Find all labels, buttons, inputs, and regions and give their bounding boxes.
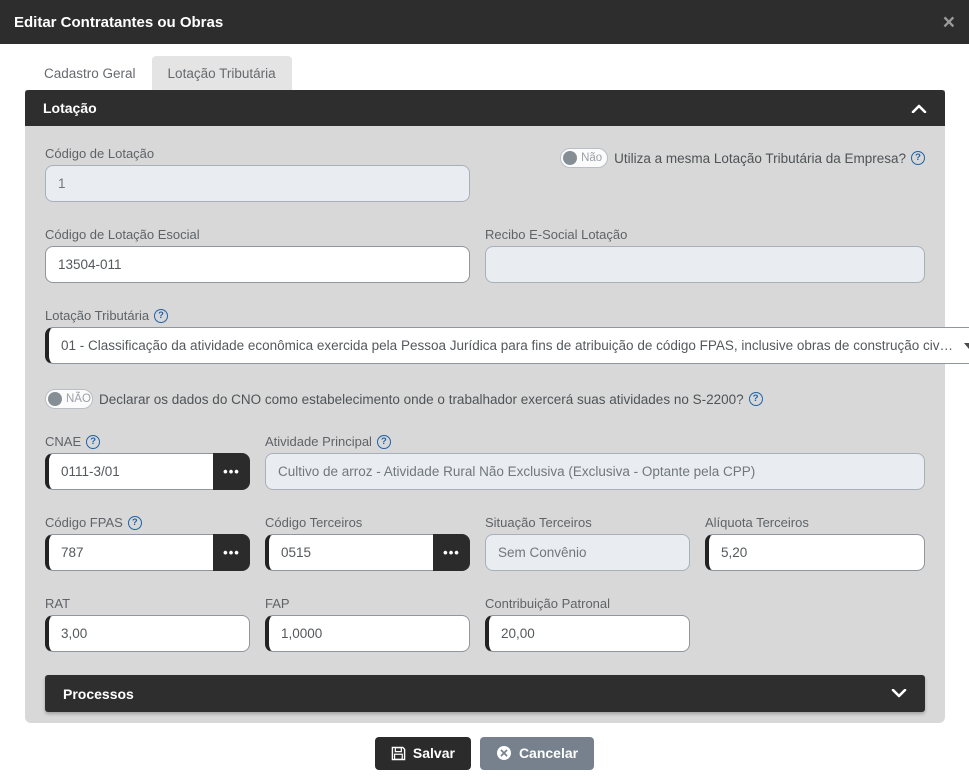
fap-input[interactable]: [265, 615, 470, 652]
accordion-processos-header[interactable]: Processos: [45, 675, 925, 712]
fap-label: FAP: [265, 596, 290, 611]
modal-title: Editar Contratantes ou Obras: [14, 13, 224, 31]
help-icon[interactable]: ?: [127, 515, 142, 530]
cnae-lookup-group: •••: [45, 453, 250, 490]
toggle-declarar-cno-row: NÃO Declarar os dados do CNO como estabe…: [45, 389, 763, 409]
field-cnae: CNAE ? •••: [45, 434, 250, 490]
lotacao-tributaria-value: 01 - Classificação da atividade econômic…: [45, 327, 969, 364]
atividade-principal-label-text: Atividade Principal: [265, 434, 372, 449]
toggle-declarar-cno-label: Declarar os dados do CNO como estabeleci…: [99, 391, 744, 407]
situacao-terceiros-input: [485, 534, 690, 571]
help-icon[interactable]: ?: [911, 151, 925, 165]
modal-footer: Salvar Cancelar: [0, 723, 969, 783]
lotacao-panel: Lotação Código de Lotação Não Utiliza a …: [25, 90, 969, 723]
accordion-lotacao-header[interactable]: Lotação: [25, 90, 945, 126]
close-icon[interactable]: ×: [943, 12, 955, 33]
recibo-esocial-input: [485, 246, 925, 283]
codigo-fpas-label: Código FPAS ?: [45, 515, 250, 530]
help-icon[interactable]: ?: [376, 434, 391, 449]
lotacao-tributaria-label-text: Lotação Tributária: [45, 308, 150, 323]
accordion-lotacao-title: Lotação: [43, 100, 97, 116]
toggle-declarar-cno[interactable]: NÃO: [45, 389, 93, 409]
field-codigo-terceiros: Código Terceiros •••: [265, 515, 470, 571]
save-icon: [391, 746, 406, 761]
rat-label: RAT: [45, 596, 71, 611]
codigo-lotacao-label: Código de Lotação: [45, 146, 155, 161]
codigo-lotacao-esocial-input[interactable]: [45, 246, 470, 283]
codigo-fpas-input[interactable]: [45, 534, 213, 571]
field-fap: FAP: [265, 596, 470, 652]
toggle-mesma-lotacao-row: Não Utiliza a mesma Lotação Tributária d…: [560, 146, 925, 168]
toggle-mesma-lotacao-label: Utiliza a mesma Lotação Tributária da Em…: [614, 150, 906, 166]
atividade-principal-input: [265, 453, 925, 490]
toggle-mesma-lotacao[interactable]: Não: [560, 148, 609, 168]
codigo-terceiros-input[interactable]: [265, 534, 433, 571]
help-icon[interactable]: ?: [86, 434, 101, 449]
cnae-input[interactable]: [45, 453, 213, 490]
modal-header: Editar Contratantes ou Obras ×: [0, 0, 969, 44]
tab-lotacao-tributaria[interactable]: Lotação Tributária: [151, 56, 292, 90]
aliquota-terceiros-input[interactable]: [705, 534, 925, 571]
field-codigo-lotacao-esocial: Código de Lotação Esocial: [45, 227, 470, 283]
cnae-label-text: CNAE: [45, 434, 82, 449]
cancel-icon: [496, 745, 512, 761]
codigo-lotacao-esocial-label: Código de Lotação Esocial: [45, 227, 200, 242]
toggle-mesma-lotacao-state: Não: [581, 152, 603, 164]
rat-input[interactable]: [45, 615, 250, 652]
cnae-label: CNAE ?: [45, 434, 250, 449]
lotacao-tributaria-label: Lotação Tributária ?: [45, 308, 969, 323]
chevron-down-icon: [963, 343, 969, 349]
codigo-fpas-label-text: Código FPAS: [45, 515, 123, 530]
lotacao-body: Código de Lotação Não Utiliza a mesma Lo…: [25, 126, 969, 732]
tab-bar: Cadastro Geral Lotação Tributária: [0, 44, 969, 90]
contribuicao-patronal-label: Contribuição Patronal: [485, 596, 611, 611]
help-icon[interactable]: ?: [154, 308, 169, 323]
tab-cadastro-geral[interactable]: Cadastro Geral: [28, 56, 152, 90]
codigo-fpas-lookup-group: •••: [45, 534, 250, 571]
cancel-button-label: Cancelar: [518, 745, 579, 761]
save-button-label: Salvar: [412, 745, 455, 761]
field-atividade-principal: Atividade Principal ?: [265, 434, 925, 490]
lotacao-tributaria-select[interactable]: 01 - Classificação da atividade econômic…: [45, 327, 969, 364]
atividade-principal-label: Atividade Principal ?: [265, 434, 925, 449]
codigo-terceiros-lookup-group: •••: [265, 534, 470, 571]
aliquota-terceiros-label: Alíquota Terceiros: [705, 515, 809, 530]
field-aliquota-terceiros: Alíquota Terceiros: [705, 515, 925, 571]
field-codigo-fpas: Código FPAS ? •••: [45, 515, 250, 571]
toggle-knob: [563, 151, 578, 165]
field-codigo-lotacao: Código de Lotação: [45, 146, 470, 202]
situacao-terceiros-label: Situação Terceiros: [485, 515, 592, 530]
field-rat: RAT: [45, 596, 250, 652]
field-situacao-terceiros: Situação Terceiros: [485, 515, 690, 571]
accordion-processos-title: Processos: [63, 685, 134, 702]
toggle-declarar-cno-state: NÃO: [66, 393, 91, 405]
codigo-terceiros-lookup-button[interactable]: •••: [433, 534, 470, 571]
recibo-esocial-label: Recibo E-Social Lotação: [485, 227, 628, 242]
cancel-button[interactable]: Cancelar: [479, 736, 595, 770]
field-recibo-esocial: Recibo E-Social Lotação: [485, 227, 925, 283]
chevron-down-icon: [891, 689, 907, 698]
codigo-terceiros-label: Código Terceiros: [265, 515, 363, 530]
save-button[interactable]: Salvar: [374, 736, 471, 770]
toggle-knob: [48, 392, 62, 406]
cnae-lookup-button[interactable]: •••: [213, 453, 250, 490]
codigo-lotacao-input: [45, 165, 470, 202]
codigo-fpas-lookup-button[interactable]: •••: [213, 534, 250, 571]
help-icon[interactable]: ?: [748, 392, 763, 406]
field-contribuicao-patronal: Contribuição Patronal: [485, 596, 690, 652]
chevron-up-icon: [911, 104, 927, 113]
contribuicao-patronal-input[interactable]: [485, 615, 690, 652]
field-lotacao-tributaria: Lotação Tributária ? 01 - Classificação …: [45, 308, 969, 364]
